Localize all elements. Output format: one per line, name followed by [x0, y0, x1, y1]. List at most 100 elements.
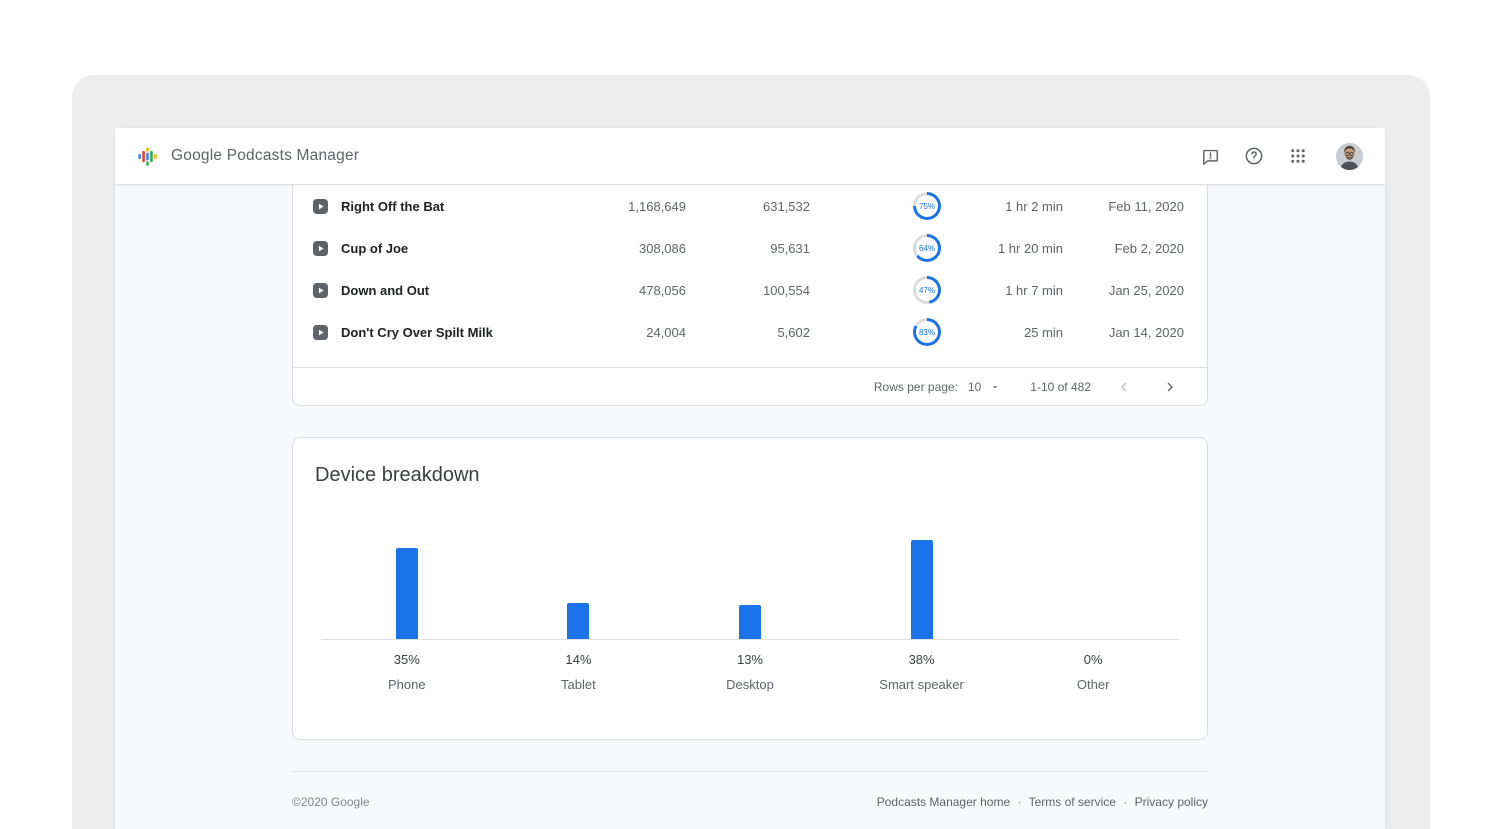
footer-link-terms-of-service[interactable]: Terms of service [1029, 795, 1116, 809]
footer-separator: · [1123, 795, 1127, 809]
help-icon[interactable] [1244, 146, 1264, 166]
episode-published-date: Feb 2, 2020 [1115, 227, 1184, 269]
apps-grid-icon[interactable] [1288, 146, 1308, 166]
retention-cell: 75% [913, 185, 941, 227]
episode-title: Down and Out [341, 269, 429, 311]
chart-bar [396, 548, 418, 639]
page-footer: ©2020 Google Podcasts Manager home · Ter… [292, 771, 1208, 809]
rows-per-page-select[interactable]: 10 [968, 380, 1000, 394]
episode-duration: 1 hr 2 min [1005, 185, 1063, 227]
play-icon [313, 283, 328, 298]
content-area: Right Off the Bat 1,168,649 631,532 75% … [115, 185, 1385, 829]
chart-label-column: 35% Phone [321, 640, 493, 692]
table-row[interactable]: Cup of Joe 308,086 95,631 64% 1 hr 20 mi… [293, 227, 1207, 269]
bar-value-label: 0% [1084, 652, 1103, 667]
chart-bar-column [664, 605, 836, 639]
home-link[interactable]: Google Podcasts Manager [137, 146, 359, 167]
copyright-text: ©2020 Google [292, 795, 370, 809]
app-title: Google Podcasts Manager [171, 147, 359, 165]
footer-separator: · [1017, 795, 1021, 809]
play-icon [313, 199, 328, 214]
retention-value: 64% [916, 237, 938, 259]
footer-link-privacy-policy[interactable]: Privacy policy [1135, 795, 1208, 809]
episode-plays: 24,004 [646, 311, 686, 353]
device-breakdown-card: Device breakdown 35% Phone 14% Tablet 13… [292, 437, 1208, 740]
bar-value-label: 35% [394, 652, 420, 667]
device-frame: Google Podcasts Manager [72, 75, 1430, 829]
play-icon [313, 325, 328, 340]
retention-value: 47% [916, 279, 938, 301]
episode-plays: 308,086 [639, 227, 686, 269]
app-header: Google Podcasts Manager [115, 128, 1385, 185]
bar-category-label: Tablet [561, 677, 596, 692]
episode-published-date: Jan 25, 2020 [1109, 269, 1184, 311]
rows-per-page-label: Rows per page: [874, 380, 958, 394]
bar-value-label: 38% [909, 652, 935, 667]
episode-published-date: Feb 11, 2020 [1108, 185, 1184, 227]
device-breakdown-title: Device breakdown [315, 464, 1179, 487]
episode-listeners: 631,532 [763, 185, 810, 227]
chart-label-column: 14% Tablet [493, 640, 665, 692]
episode-rows: Right Off the Bat 1,168,649 631,532 75% … [293, 185, 1207, 353]
next-page-button[interactable] [1157, 374, 1183, 400]
episode-duration: 1 hr 20 min [998, 227, 1063, 269]
header-actions [1200, 143, 1363, 170]
page-range-label: 1-10 of 482 [1030, 380, 1091, 394]
retention-value: 75% [916, 195, 938, 217]
rows-per-page-value: 10 [968, 380, 981, 394]
play-button[interactable] [313, 185, 328, 227]
episode-listeners: 5,602 [777, 311, 810, 353]
chart-label-column: 0% Other [1007, 640, 1179, 692]
app-window: Google Podcasts Manager [115, 128, 1385, 829]
device-breakdown-chart-labels: 35% Phone 14% Tablet 13% Desktop 38% Sma… [321, 640, 1179, 692]
footer-link-podcasts-manager-home[interactable]: Podcasts Manager home [877, 795, 1010, 809]
episode-duration: 25 min [1024, 311, 1063, 353]
avatar[interactable] [1336, 143, 1363, 170]
footer-links: Podcasts Manager home · Terms of service… [877, 795, 1208, 809]
bar-value-label: 13% [737, 652, 763, 667]
retention-progress-ring: 83% [913, 318, 941, 346]
bar-category-label: Desktop [726, 677, 774, 692]
previous-page-button[interactable] [1111, 374, 1137, 400]
play-button[interactable] [313, 311, 328, 353]
bar-value-label: 14% [565, 652, 591, 667]
play-button[interactable] [313, 227, 328, 269]
chart-bar-column [321, 548, 493, 639]
play-icon [313, 241, 328, 256]
episode-listeners: 100,554 [763, 269, 810, 311]
retention-progress-ring: 75% [913, 192, 941, 220]
chart-bar-column [493, 603, 665, 639]
retention-cell: 64% [913, 227, 941, 269]
retention-cell: 47% [913, 269, 941, 311]
chart-bar [567, 603, 589, 639]
chart-bar [911, 540, 933, 639]
device-breakdown-chart [321, 536, 1179, 640]
chart-label-column: 13% Desktop [664, 640, 836, 692]
play-button[interactable] [313, 269, 328, 311]
table-pagination: Rows per page: 10 1-10 of 482 [293, 367, 1207, 405]
chart-label-column: 38% Smart speaker [836, 640, 1008, 692]
bar-category-label: Other [1077, 677, 1110, 692]
table-row[interactable]: Don't Cry Over Spilt Milk 24,004 5,602 8… [293, 311, 1207, 353]
chart-bar-column [836, 540, 1008, 639]
episode-title: Cup of Joe [341, 227, 408, 269]
table-row[interactable]: Down and Out 478,056 100,554 47% 1 hr 7 … [293, 269, 1207, 311]
retention-cell: 83% [913, 311, 941, 353]
episode-title: Don't Cry Over Spilt Milk [341, 311, 493, 353]
google-podcasts-logo-icon [137, 146, 158, 167]
episode-plays: 478,056 [639, 269, 686, 311]
feedback-icon[interactable] [1200, 146, 1220, 166]
bar-category-label: Smart speaker [879, 677, 964, 692]
table-row[interactable]: Right Off the Bat 1,168,649 631,532 75% … [293, 185, 1207, 227]
bar-category-label: Phone [388, 677, 426, 692]
episodes-table-card: Right Off the Bat 1,168,649 631,532 75% … [292, 185, 1208, 406]
episode-published-date: Jan 14, 2020 [1109, 311, 1184, 353]
retention-value: 83% [916, 321, 938, 343]
episode-duration: 1 hr 7 min [1005, 269, 1063, 311]
retention-progress-ring: 47% [913, 276, 941, 304]
episode-listeners: 95,631 [770, 227, 810, 269]
retention-progress-ring: 64% [913, 234, 941, 262]
dropdown-caret-icon [990, 382, 1000, 392]
chart-bar [739, 605, 761, 639]
episode-plays: 1,168,649 [628, 185, 686, 227]
